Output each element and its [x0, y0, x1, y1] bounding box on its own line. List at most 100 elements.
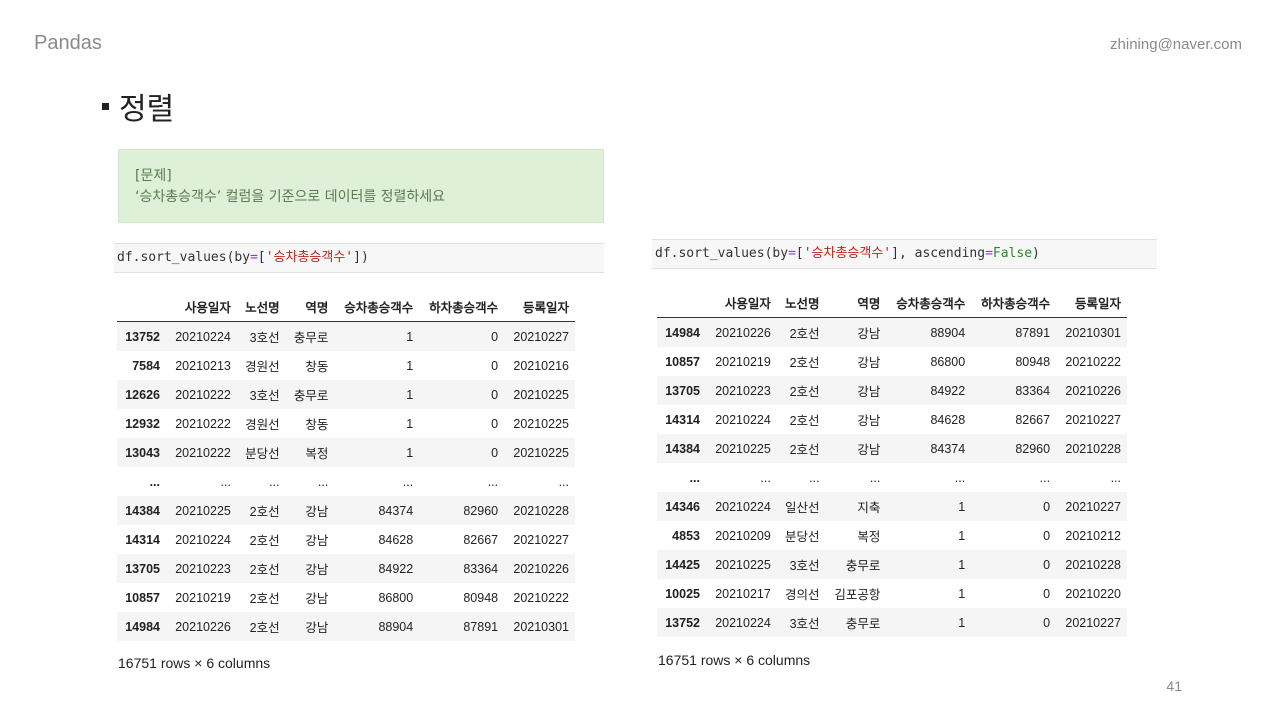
table-cell: 강남	[305, 592, 329, 606]
table-cell: 20210213	[175, 358, 231, 373]
row-index: 14984	[657, 317, 706, 347]
table-cell: ...	[220, 474, 231, 489]
table-cell: 충무로	[825, 550, 887, 579]
table-cell: 복정	[857, 530, 881, 544]
column-header: 승차총승객수	[886, 287, 972, 318]
table-cell: 80948	[463, 590, 499, 605]
table-cell: 84628	[930, 412, 966, 427]
table-cell: 84374	[886, 434, 972, 463]
table-row: 4853 20210209 분당선 복정 1 0 20210212	[657, 521, 1127, 550]
table-cell: 지축	[825, 492, 887, 521]
code-operator: =	[250, 250, 258, 265]
table-cell: ...	[1110, 470, 1121, 485]
table-cell: 82960	[419, 496, 505, 525]
code-cell-descending[interactable]: df.sort_values(by=['승차총승객수'], ascending=…	[652, 239, 1157, 269]
table-cell: 20210228	[1056, 434, 1127, 463]
author-email: zhining@naver.com	[1110, 36, 1242, 53]
table-cell: 20210220	[1065, 586, 1121, 601]
table-cell: 강남	[285, 612, 335, 641]
table-row: 12932 20210222 경원선 창동 1 0 20210225	[117, 409, 575, 438]
row-index: 14384	[117, 496, 166, 525]
code-operator: =	[985, 246, 993, 261]
code-text: df.sort_values(by	[117, 250, 251, 265]
table-cell: 강남	[305, 534, 329, 548]
code-string: '승차총승객수'	[803, 246, 892, 261]
row-index: 14314	[125, 532, 160, 547]
table-cell: 0	[491, 358, 499, 373]
table-cell: 1	[958, 528, 966, 543]
row-index: 13705	[117, 554, 166, 583]
code-cell-ascending[interactable]: df.sort_values(by=['승차총승객수'])	[114, 243, 604, 273]
row-index: 13043	[117, 438, 166, 467]
row-index: ...	[149, 474, 160, 489]
code-text: [	[257, 250, 266, 265]
table-cell: 83364	[971, 376, 1057, 405]
table-cell: 84922	[886, 376, 972, 405]
slide-title-text: 정렬	[119, 92, 175, 127]
table-cell: 1	[334, 321, 420, 351]
table-cell: 1	[958, 586, 966, 601]
table-row: 14384 20210225 2호선 강남 84374 82960 20210228	[657, 434, 1127, 463]
table-row: 14384 20210225 2호선 강남 84374 82960 20210228	[117, 496, 575, 525]
table-row: 14425 20210225 3호선 충무로 1 0 20210228	[657, 550, 1127, 579]
table-cell: 3호선	[776, 550, 826, 579]
table-cell: 1	[886, 608, 972, 637]
row-index: 13752	[657, 608, 706, 637]
table-cell: 2호선	[789, 414, 820, 428]
code-keyword: False	[992, 246, 1033, 261]
table-cell: 1	[334, 438, 420, 467]
table-cell: 86800	[378, 590, 414, 605]
table-cell: 0	[491, 416, 499, 431]
table-cell: 강남	[285, 554, 335, 583]
row-index: ...	[689, 470, 700, 485]
column-header	[117, 291, 166, 322]
table-row: 14984 20210226 2호선 강남 88904 87891 20210301	[657, 317, 1127, 347]
row-index: 10025	[665, 586, 700, 601]
column-header: 역명	[285, 291, 335, 322]
table-cell: 2호선	[249, 534, 280, 548]
problem-label: [문제]	[135, 168, 172, 184]
table-row: 7584 20210213 경원선 창동 1 0 20210216	[117, 351, 575, 380]
table-cell: 87891	[971, 317, 1057, 347]
table-cell: 강남	[825, 317, 887, 347]
table-row: 10857 20210219 2호선 강남 86800 80948 20210222	[117, 583, 575, 612]
table-cell: 80948	[1015, 354, 1051, 369]
row-index: 14425	[657, 550, 706, 579]
table-row: 14314 20210224 2호선 강남 84628 82667 20210227	[117, 525, 575, 554]
table-cell: 강남	[825, 434, 887, 463]
code-string: '승차총승객수'	[265, 250, 354, 265]
column-header: 등록일자	[504, 291, 575, 322]
slide-title: 정렬	[102, 84, 174, 128]
table-row: 13752 20210224 3호선 충무로 1 0 20210227	[657, 608, 1127, 637]
table-cell: 82960	[971, 434, 1057, 463]
table-cell: ...	[760, 470, 771, 485]
table-cell: 2호선	[236, 554, 286, 583]
page-number: 41	[1166, 678, 1182, 694]
row-index: 14984	[117, 612, 166, 641]
row-index: 14384	[657, 434, 706, 463]
table-cell: 20210226	[504, 554, 575, 583]
table-cell: 84628	[378, 532, 414, 547]
column-header: 하차총승객수	[419, 291, 505, 322]
code-text: )	[1032, 246, 1040, 261]
table-cell: ...	[869, 470, 881, 485]
table-cell: 83364	[419, 554, 505, 583]
table-row: 14346 20210224 일산선 지축 1 0 20210227	[657, 492, 1127, 521]
table-cell: 84374	[334, 496, 420, 525]
table-header-row: 사용일자 노선명 역명 승차총승객수 하차총승객수 등록일자	[117, 291, 575, 322]
table-cell: 강남	[857, 356, 881, 370]
table-cell: 2호선	[249, 592, 280, 606]
table-cell: 2호선	[776, 434, 826, 463]
table-cell: 20210226	[1056, 376, 1127, 405]
table-cell: ...	[558, 474, 569, 489]
table-header-row: 사용일자 노선명 역명 승차총승객수 하차총승객수 등록일자	[657, 287, 1127, 318]
shape-label-right: 16751 rows × 6 columns	[658, 652, 811, 668]
code-text: df.sort_values(by	[655, 246, 789, 261]
table-cell: 일산선	[776, 492, 826, 521]
table-cell: ...	[317, 474, 329, 489]
code-operator: =	[788, 246, 796, 261]
table-cell: 0	[971, 550, 1057, 579]
row-index: 12932	[125, 416, 160, 431]
row-index: 10857	[125, 590, 160, 605]
table-cell: 20210223	[705, 376, 777, 405]
